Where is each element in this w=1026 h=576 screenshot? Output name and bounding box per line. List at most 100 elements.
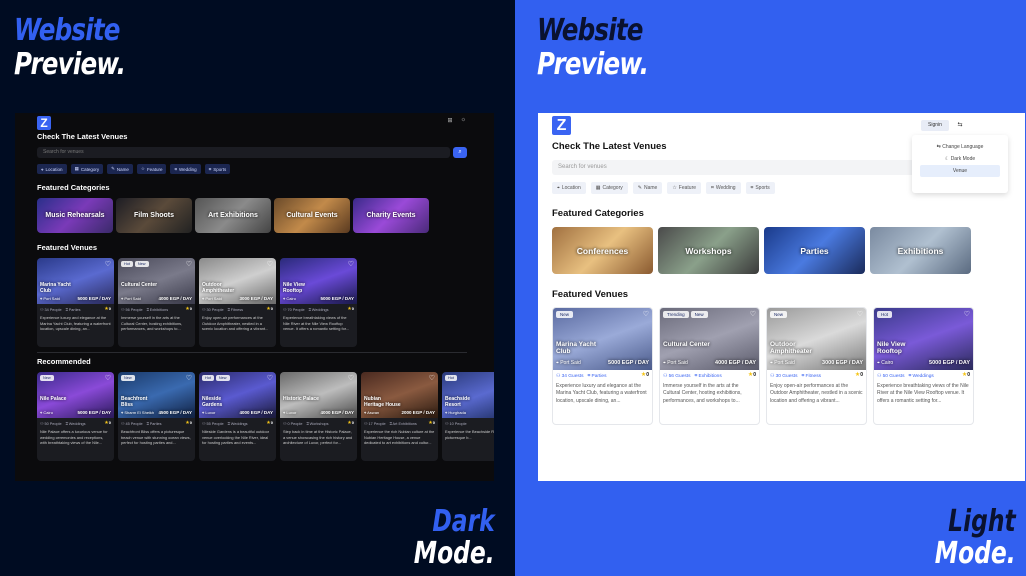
heart-icon[interactable]: ♡ bbox=[348, 374, 354, 382]
venue-card[interactable]: ♡ Marina Yacht Club ⌖ Port Said 5000 EGP / … bbox=[37, 258, 114, 347]
site-logo[interactable]: Z bbox=[552, 116, 571, 135]
filter-wedding[interactable]: ⌗ Wedding bbox=[706, 182, 741, 194]
grid-icon[interactable]: ⊞ bbox=[447, 117, 452, 124]
right-heading-line1: Website bbox=[537, 13, 643, 48]
venue-location: ⌖ Port Said bbox=[40, 296, 60, 301]
venue-badges: Hot New bbox=[202, 375, 230, 381]
category-card[interactable]: Film Shoots bbox=[116, 198, 192, 233]
venue-badges: Hot bbox=[877, 311, 893, 318]
search-button[interactable]: ⌕ bbox=[453, 147, 467, 158]
venue-name: Beachfront Bliss bbox=[121, 396, 148, 408]
category-card[interactable]: Charity Events bbox=[353, 198, 429, 233]
filter-sports[interactable]: ⌗ Sports bbox=[204, 164, 231, 174]
heart-icon[interactable]: ♡ bbox=[105, 260, 111, 268]
venue-capacity: ⚇ 56 Guests bbox=[663, 373, 691, 379]
filter-location[interactable]: ⌖ Location bbox=[552, 182, 586, 194]
venue-name: Marina Yacht Club bbox=[40, 282, 71, 294]
venue-card[interactable]: Hot New ♡ Cultural Center ⌖ Port Said 4000 EG… bbox=[118, 258, 195, 347]
filter-sports[interactable]: ⌗ Sports bbox=[745, 182, 775, 194]
venue-meta: ⚇ 30 People ⌗ Fitness bbox=[202, 307, 243, 313]
search-input[interactable]: Search for venues bbox=[37, 147, 450, 158]
translate-icon[interactable]: ⇆ bbox=[954, 120, 966, 131]
venue-description: Immerse yourself in the arts at the Cult… bbox=[121, 315, 183, 332]
heart-icon[interactable]: ♡ bbox=[964, 310, 970, 318]
filter-feature[interactable]: ☆ Feature bbox=[136, 164, 167, 174]
location-icon: ⌖ bbox=[557, 185, 560, 191]
status-badge: New bbox=[134, 261, 149, 267]
venue-card[interactable]: ♡ Outdoor Amphitheater ⌖ Port Said 3000 EGP… bbox=[199, 258, 276, 347]
heart-icon[interactable]: ♡ bbox=[267, 374, 273, 382]
venue-card[interactable]: New ♡ Nile Palace ⌖ Cairo 5000 EGP / DAY ⚇ 50… bbox=[37, 372, 114, 461]
venue-name: Marina Yacht Club bbox=[556, 341, 596, 356]
filter-category[interactable]: ▦ Category bbox=[590, 182, 628, 194]
wedding-icon: ⌗ bbox=[174, 166, 177, 172]
featured-categories-title: Featured Categories bbox=[37, 183, 110, 192]
filter-name[interactable]: ✎ Name bbox=[107, 164, 133, 174]
heart-icon[interactable]: ♡ bbox=[105, 374, 111, 382]
category-card[interactable]: Conferences bbox=[552, 227, 653, 274]
heart-icon[interactable]: ♡ bbox=[643, 310, 649, 318]
rating-value: 0 bbox=[753, 372, 756, 378]
heart-icon[interactable]: ♡ bbox=[750, 310, 756, 318]
dark-site-preview: Z ⊞ ☼ Check The Latest Venues Search for… bbox=[15, 113, 494, 481]
featured-venues-list: New ♡ Marina Yacht Club ⌖ Port Said 5000 EGP… bbox=[552, 307, 974, 425]
venue-card[interactable]: New ♡ Outdoor Amphitheater ⌖ Port Said 3000 … bbox=[766, 307, 867, 425]
site-logo[interactable]: Z bbox=[37, 116, 51, 130]
theme-icon[interactable]: ☼ bbox=[461, 117, 467, 124]
category-card[interactable]: Cultural Events bbox=[274, 198, 350, 233]
category-card[interactable]: Parties bbox=[764, 227, 865, 274]
featured-categories-title: Featured Categories bbox=[552, 208, 644, 219]
search-input[interactable]: Search for venues bbox=[552, 160, 972, 175]
category-card[interactable]: Exhibitions bbox=[870, 227, 971, 274]
signin-button[interactable]: Signin bbox=[921, 120, 949, 131]
dropdown-option[interactable]: ☾ Dark Mode bbox=[920, 153, 1000, 165]
filter-category[interactable]: ▦ Category bbox=[70, 164, 104, 174]
filter-feature[interactable]: ☆ Feature bbox=[667, 182, 702, 194]
category-card[interactable]: Music Rehearsals bbox=[37, 198, 113, 233]
filter-bar: ⌖ Location ▦ Category ✎ Name ☆ Feature ⌗ Wedding ⌗… bbox=[552, 182, 775, 194]
heart-icon[interactable]: ♡ bbox=[429, 374, 435, 382]
filter-label: Name bbox=[116, 166, 129, 172]
venue-rating: ★0 bbox=[104, 306, 111, 312]
venue-rating: ★0 bbox=[104, 420, 111, 426]
venue-card[interactable]: Hot ♡ Nile View Rooftop ⌖ Cairo 5000 EGP / D… bbox=[873, 307, 974, 425]
venue-type: ⌗ Weddings bbox=[908, 374, 934, 379]
venue-capacity: ⚇ 50 People bbox=[40, 422, 62, 426]
filter-wedding[interactable]: ⌗ Wedding bbox=[170, 164, 201, 174]
category-card[interactable]: Workshops bbox=[658, 227, 759, 274]
heart-icon[interactable]: ♡ bbox=[186, 260, 192, 268]
status-badge: Hot bbox=[877, 311, 893, 318]
venue-location: ⌖ Port Said bbox=[556, 360, 581, 366]
category-icon: ▦ bbox=[595, 185, 601, 191]
venue-card[interactable]: ♡ Nile View Rooftop ⌖ Cairo 5000 EGP / DAY ⚇… bbox=[280, 258, 357, 347]
heart-icon[interactable]: ♡ bbox=[186, 374, 192, 382]
venue-card[interactable]: New ♡ Marina Yacht Club ⌖ Port Said 5000 EGP… bbox=[552, 307, 653, 425]
heart-icon[interactable]: ♡ bbox=[857, 310, 863, 318]
rating-value: 0 bbox=[108, 420, 111, 425]
light-site-preview: Z Signin ⇆ Check The Latest Venues Searc… bbox=[538, 113, 1025, 481]
category-list: Music Rehearsals Film Shoots Art Exhibitio… bbox=[37, 198, 429, 233]
venue-name: Outdoor Amphitheater bbox=[770, 341, 812, 356]
venue-card[interactable]: Hot New ♡ Nileside Gardens ⌖ Luxor 4000 EGP /… bbox=[199, 372, 276, 461]
filter-name[interactable]: ✎ Name bbox=[632, 182, 663, 194]
venue-card[interactable]: Trending New ♡ Cultural Center ⌖ Port Said 40… bbox=[659, 307, 760, 425]
location-icon: ⌖ bbox=[41, 166, 44, 172]
venue-card[interactable]: New ♡ Beachfront Bliss ⌖ Sharm El Sheikh 450… bbox=[118, 372, 195, 461]
heart-icon[interactable]: ♡ bbox=[267, 260, 273, 268]
dropdown-option[interactable]: Venue bbox=[920, 165, 1000, 177]
category-card[interactable]: Art Exhibitions bbox=[195, 198, 271, 233]
dropdown-option[interactable]: ⇆ Change Language bbox=[920, 141, 1000, 153]
venue-location: ⌖ Cairo bbox=[877, 360, 894, 366]
venue-card[interactable]: Hot♡Beachside Resort⌖ Hurghada⚇ 10 Peopl… bbox=[442, 372, 494, 461]
venue-description: Experience the rich Nubian culture at th… bbox=[364, 429, 435, 446]
recommended-list: New ♡ Nile Palace ⌖ Cairo 5000 EGP / DAY ⚇ 50… bbox=[37, 372, 494, 461]
heart-icon[interactable]: ♡ bbox=[348, 260, 354, 268]
venue-card[interactable]: ♡ Nubian Heritage House ⌖ Aswan 2000 EGP / … bbox=[361, 372, 438, 461]
filter-location[interactable]: ⌖ Location bbox=[37, 164, 67, 174]
venue-location: ⌖ Port Said bbox=[121, 296, 141, 301]
right-heading-line2: Preview. bbox=[537, 47, 649, 82]
venue-badges: New bbox=[121, 375, 135, 381]
venue-card[interactable]: ♡ Historic Palace ⌖ Luxor 4000 EGP / DAY ⚇ 0… bbox=[280, 372, 357, 461]
venue-type: ⌗ Fitness bbox=[227, 307, 243, 312]
dark-mode-line2: Mode. bbox=[414, 536, 495, 571]
